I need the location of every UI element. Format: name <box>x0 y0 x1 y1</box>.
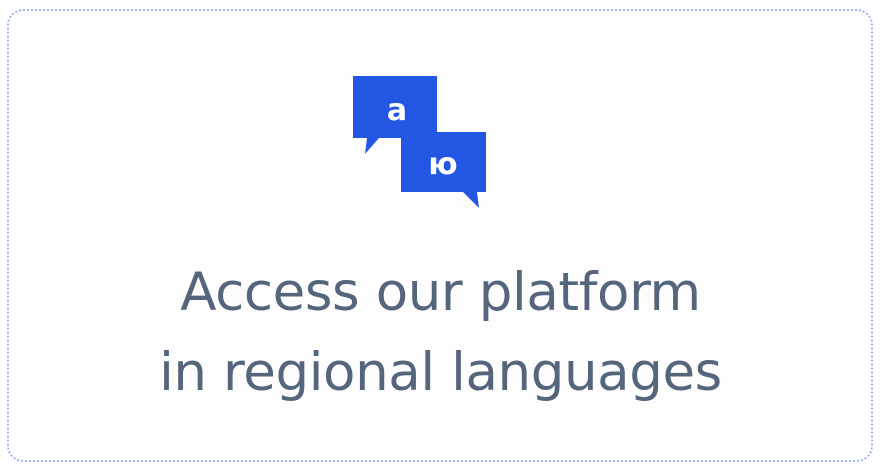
regional-language-chat-icon: a ю <box>353 76 486 208</box>
headline-line-1: Access our platform <box>180 262 701 323</box>
glyph-right: ю <box>428 147 457 182</box>
glyph-left: a <box>387 93 407 128</box>
headline-line-2: in regional languages <box>159 342 722 403</box>
